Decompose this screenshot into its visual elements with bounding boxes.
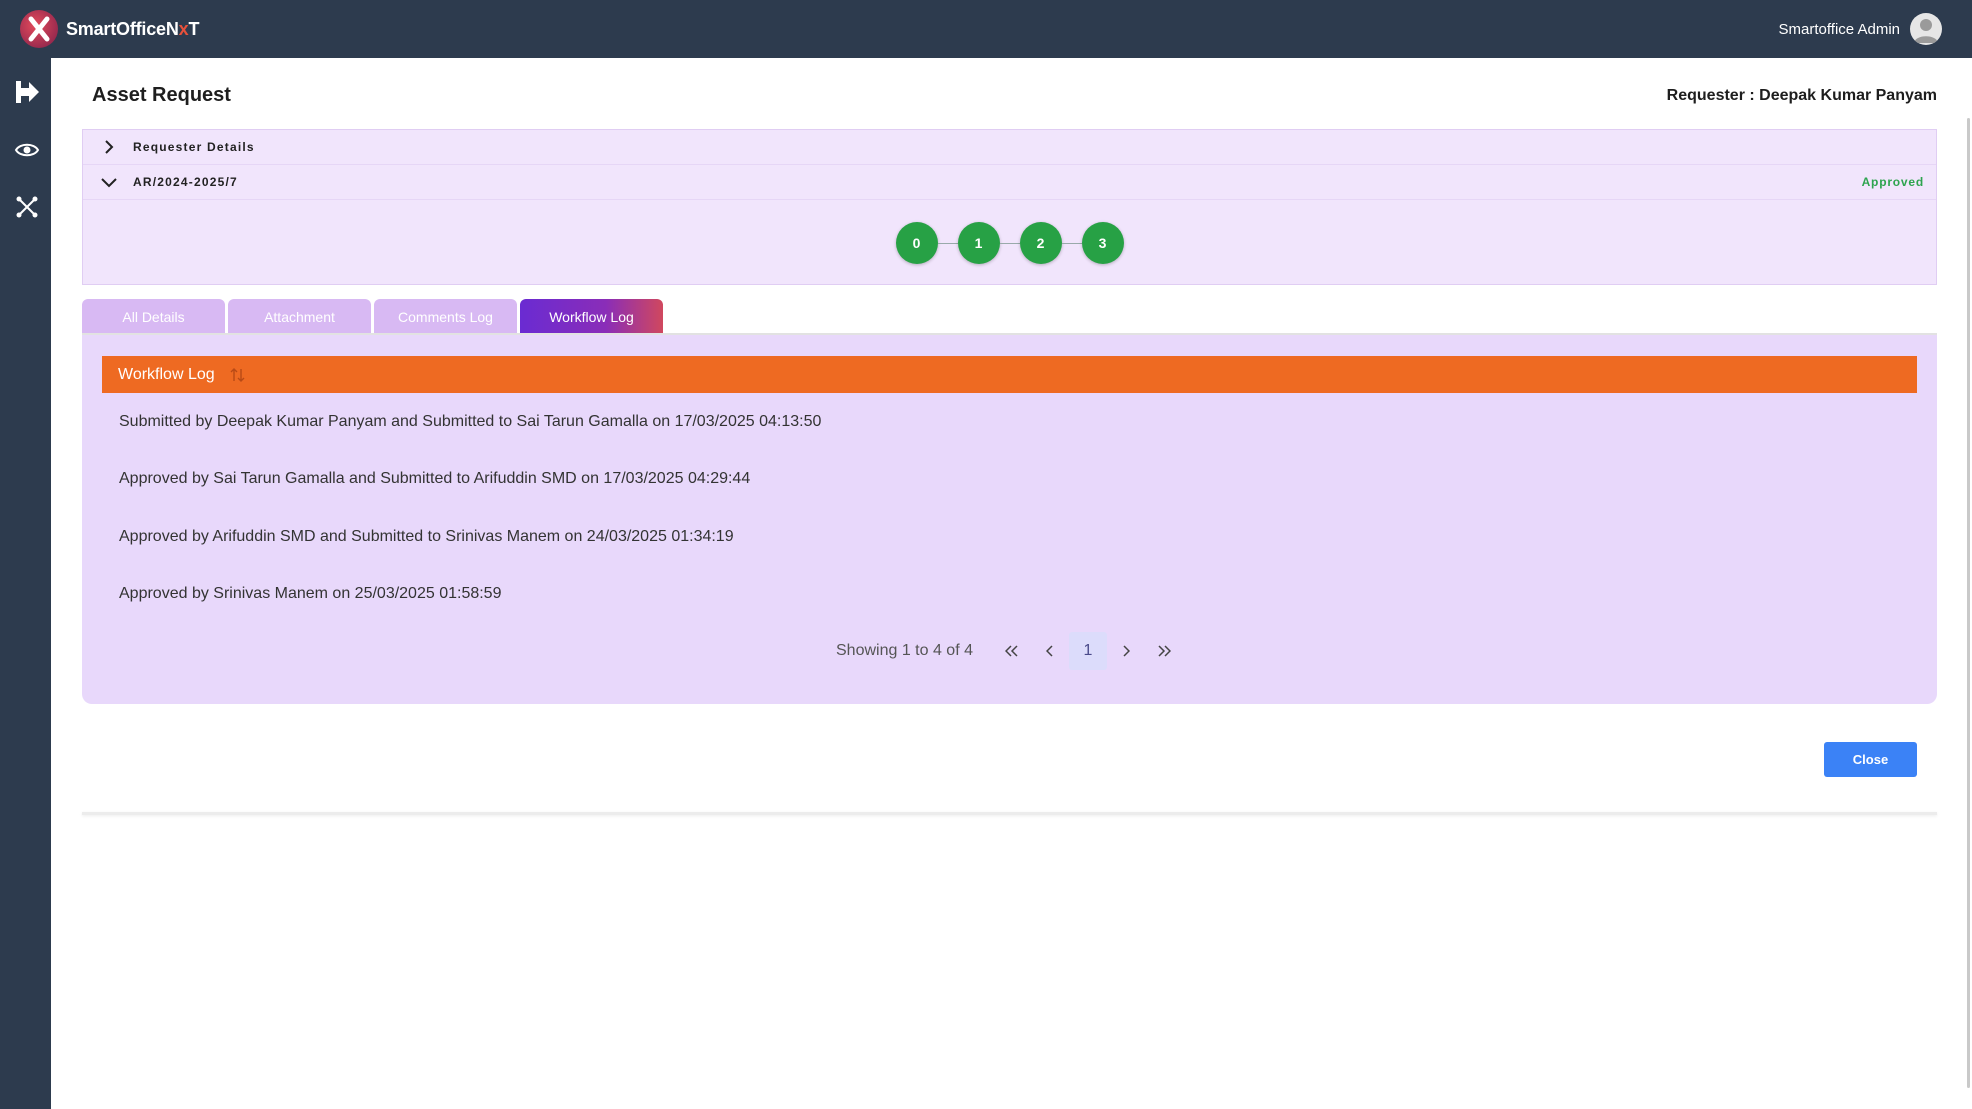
tab-comments-log[interactable]: Comments Log [374,299,517,334]
request-panel: Requester Details AR/2024-2025/7 Approve… [82,129,1937,285]
chevron-right-icon [97,135,121,159]
user-name: Smartoffice Admin [1778,20,1900,38]
scrollbar[interactable] [1964,58,1972,1109]
status-badge: Approved [1861,175,1924,189]
close-button[interactable]: Close [1824,742,1917,777]
tab-all-details[interactable]: All Details [82,299,225,334]
sidebar [0,58,51,1109]
requester-details-label: Requester Details [133,140,255,154]
tab-bar: All Details Attachment Comments Log Work… [82,299,666,334]
page-title: Asset Request [92,84,231,106]
sort-icon[interactable] [229,366,247,384]
footer-divider [82,812,1937,815]
pagination-info: Showing 1 to 4 of 4 [836,642,973,659]
pagination: Showing 1 to 4 of 4 1 [82,632,1937,670]
step-connector [999,242,1020,244]
workflow-step-2[interactable]: 2 [1019,222,1062,264]
network-icon[interactable] [13,193,41,221]
workflow-step-0[interactable]: 0 [895,222,938,264]
avatar-icon[interactable] [1910,13,1942,45]
tab-workflow-log[interactable]: Workflow Log [520,299,663,334]
page-number-button[interactable]: 1 [1068,632,1107,670]
top-bar: SmartOfficeNxT Smartoffice Admin [0,0,1972,58]
log-entry: Submitted by Deepak Kumar Panyam and Sub… [119,413,822,430]
requester-label: Requester : Deepak Kumar Panyam [1666,87,1937,104]
workflow-stepper: 0 1 2 3 [83,222,1936,264]
workflow-log-header: Workflow Log [102,356,1917,393]
user-menu[interactable]: Smartoffice Admin [1779,11,1942,47]
logo-mark-icon [20,10,58,48]
request-id-label: AR/2024-2025/7 [133,175,238,189]
eye-icon[interactable] [13,136,41,164]
log-entry: Approved by Srinivas Manem on 25/03/2025… [119,585,502,602]
exit-icon[interactable] [13,78,41,106]
last-page-icon[interactable] [1145,632,1183,670]
step-connector [937,242,958,244]
log-entry: Approved by Sai Tarun Gamalla and Submit… [119,470,751,487]
workflow-log-title: Workflow Log [118,365,215,383]
chevron-down-icon [97,170,121,194]
app-logo[interactable]: SmartOfficeNxT [20,10,199,48]
requester-details-toggle[interactable]: Requester Details [83,130,1936,165]
first-page-icon[interactable] [993,632,1031,670]
request-id-toggle[interactable]: AR/2024-2025/7 Approved [83,165,1936,200]
previous-page-icon[interactable] [1031,632,1069,670]
workflow-step-3[interactable]: 3 [1081,222,1124,264]
next-page-icon[interactable] [1107,632,1145,670]
workflow-step-1[interactable]: 1 [957,222,1000,264]
scrollbar-thumb[interactable] [1967,118,1970,1088]
tab-attachment[interactable]: Attachment [228,299,371,334]
workflow-log-panel: Workflow Log Submitted by Deepak Kumar P… [82,335,1937,704]
step-connector [1061,242,1082,244]
log-entry: Approved by Arifuddin SMD and Submitted … [119,528,734,545]
logo-text: SmartOfficeNxT [66,18,200,39]
